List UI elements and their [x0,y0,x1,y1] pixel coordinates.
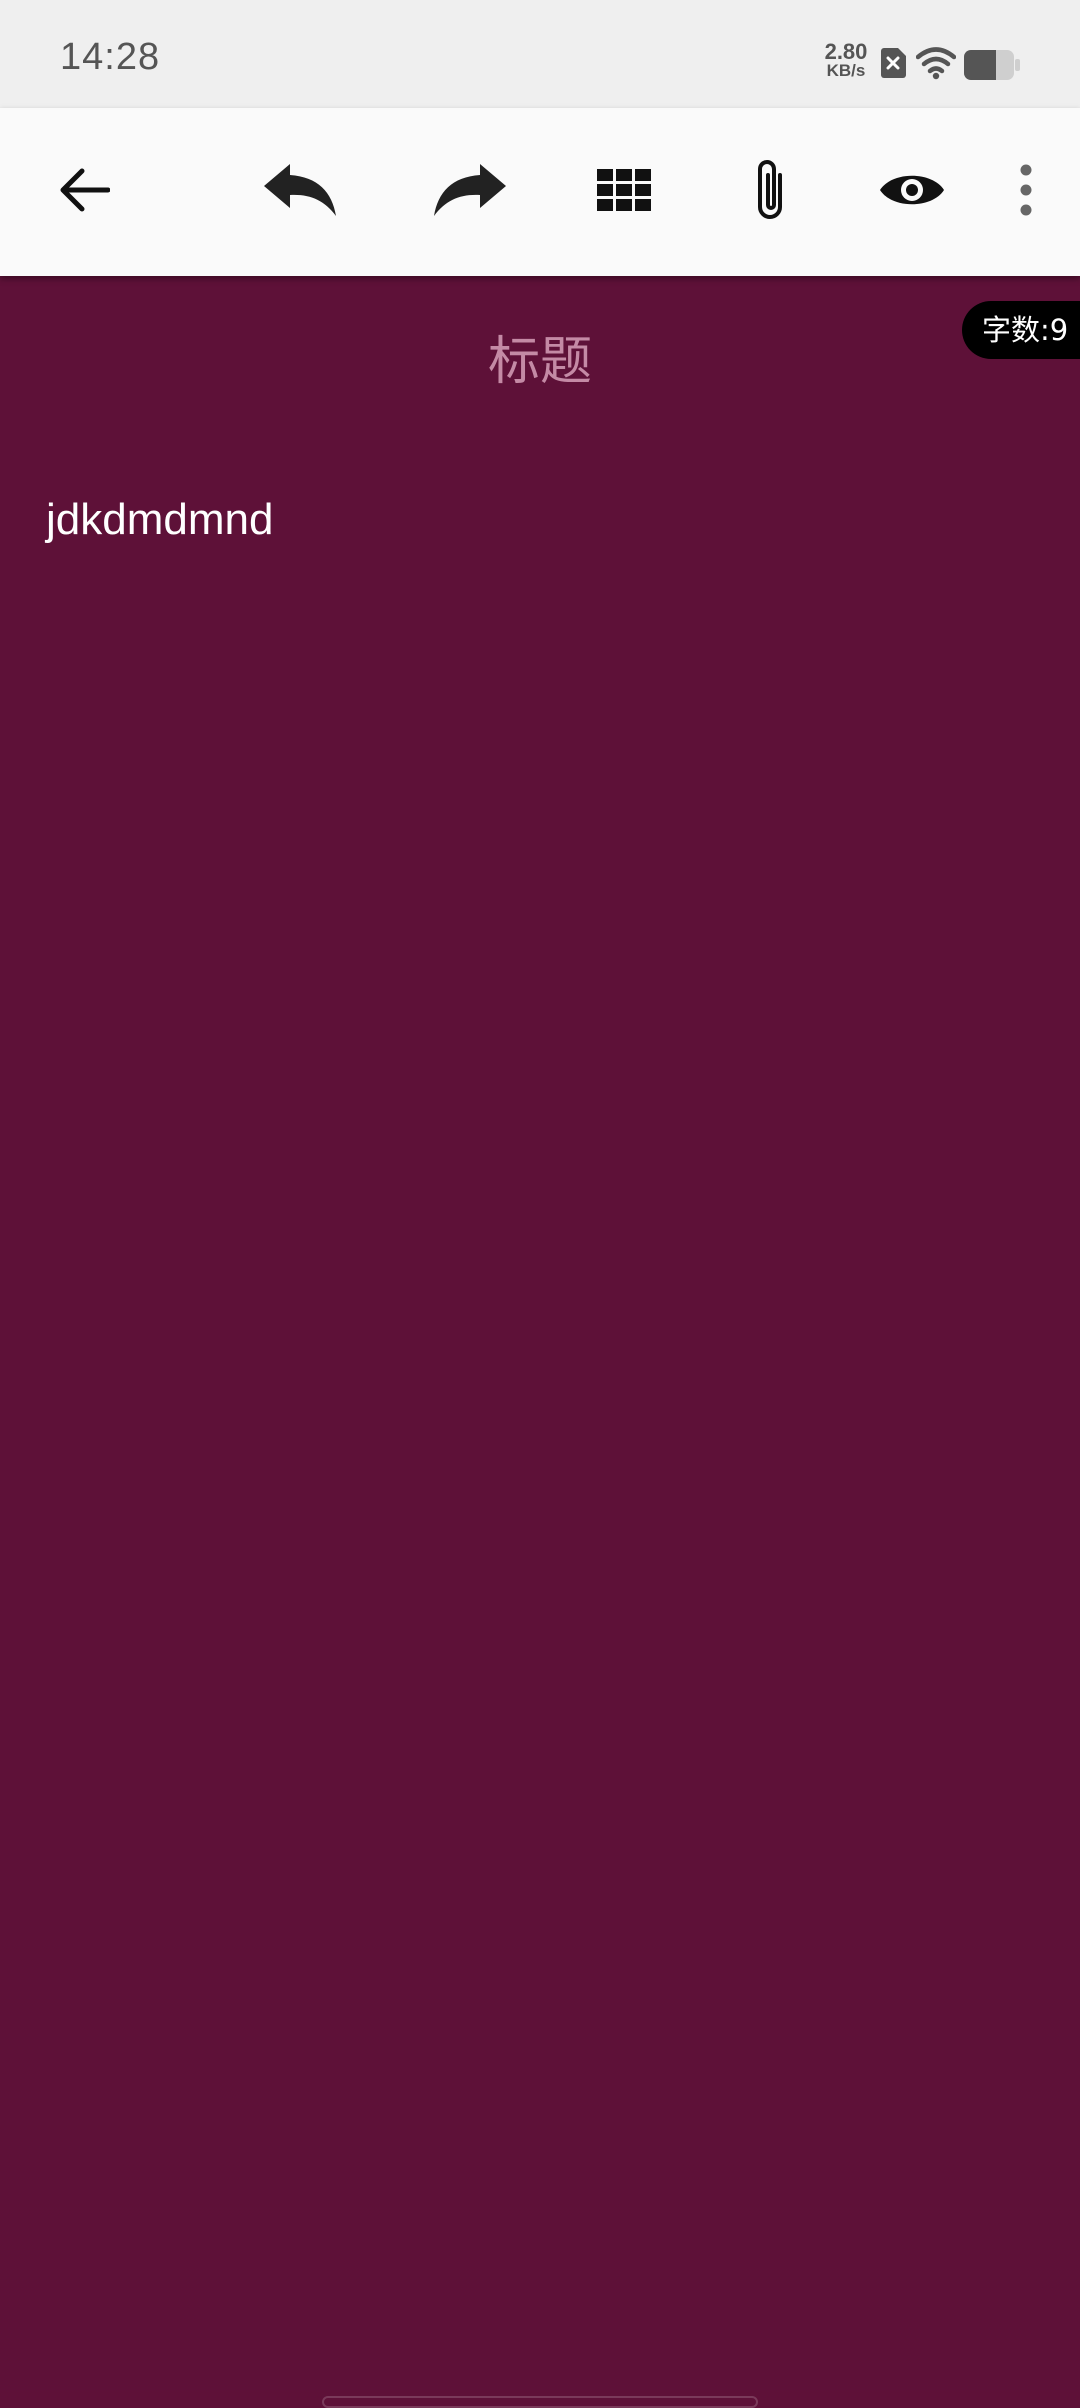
note-editor-screen: 14:28 2.80 KB/s 字数:9 标题 jdkdmdmnd [0,0,1080,2408]
preview-button[interactable] [864,108,960,276]
battery-icon [964,50,1020,84]
undo-icon [262,162,338,222]
grid-icon [597,169,651,215]
editor-toolbar [0,108,1080,276]
status-bar: 14:28 2.80 KB/s [0,0,1080,108]
network-speed-value: 2.80 [824,39,868,64]
gesture-nav-handle[interactable] [322,2396,758,2408]
undo-button[interactable] [252,108,348,276]
back-button[interactable] [40,108,128,276]
more-options-button[interactable] [1002,108,1050,276]
redo-button[interactable] [422,108,518,276]
network-speed: 2.80 KB/s [818,39,874,81]
attachment-button[interactable] [722,108,818,276]
grid-button[interactable] [576,108,672,276]
word-count-badge: 字数:9 [962,301,1080,359]
redo-icon [432,162,508,222]
note-body-text[interactable]: jdkdmdmnd [46,488,273,552]
wifi-icon [915,46,957,84]
preview-eye-icon [878,167,946,217]
status-time: 14:28 [60,36,161,78]
more-vert-icon [1019,164,1033,220]
back-arrow-icon [58,167,111,217]
title-input[interactable]: 标题 [0,320,1080,404]
sim-error-icon [880,48,906,82]
attachment-icon [750,157,790,227]
